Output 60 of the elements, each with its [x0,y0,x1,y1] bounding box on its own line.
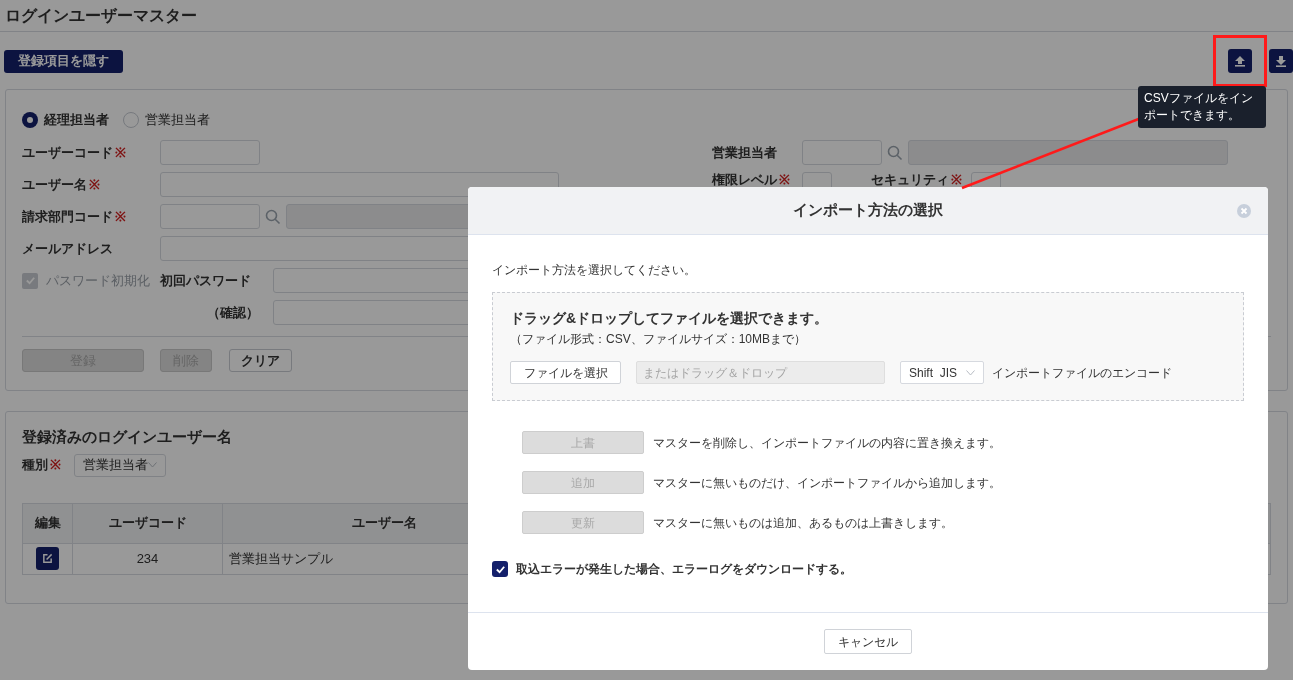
checkbox[interactable] [492,561,508,577]
chevron-down-icon [966,369,975,376]
encoding-label: インポートファイルのエンコード [992,364,1172,382]
check-icon [24,275,36,286]
instruction-text: インポート方法を選択してください。 [492,262,696,279]
mode-description: マスターに無いものは追加、あるものは上書きします。 [653,514,953,532]
mode-description: マスターを削除し、インポートファイルの内容に置き換えます。 [653,434,1001,452]
column-header: ユーザコード [72,503,223,543]
cancel-button[interactable]: キャンセル [824,629,912,654]
close-icon[interactable] [1237,204,1251,218]
field-label: 初回パスワード [160,271,251,290]
radio-label: 営業担当者 [145,111,210,130]
edit-icon [42,553,53,564]
field-label: 種別 [22,456,48,475]
file-format-note: （ファイル形式：CSV、ファイルサイズ：10MBまで） [510,331,807,348]
field-label: 権限レベル [712,172,777,187]
column-header: 編集 [22,503,73,543]
required-mark: ※ [951,172,962,187]
edit-button[interactable] [36,547,59,570]
input-field[interactable] [908,140,1228,165]
upload-button[interactable] [1228,49,1252,73]
radio-button[interactable] [22,112,38,128]
chevron-down-icon [148,462,157,468]
highlight-box [1213,35,1267,87]
field-label: セキュリティ [871,172,949,187]
input-field[interactable] [160,204,260,229]
mode-description: マスターに無いものだけ、インポートファイルから追加します。 [653,474,1001,492]
search-icon[interactable] [265,208,281,225]
radio-button[interactable] [123,112,139,128]
input-field[interactable] [160,140,260,165]
download-icon [1275,55,1287,67]
check-icon [494,563,506,575]
field-label: メールアドレス [22,239,113,258]
dialog-title: インポート方法の選択 [793,200,943,221]
input-field[interactable] [802,140,882,165]
required-mark: ※ [115,207,126,226]
page-header: ログインユーザーマスター [0,0,1293,32]
required-mark: ※ [89,175,100,194]
field-label: ユーザー名 [22,175,87,194]
required-mark: ※ [50,456,61,475]
hide-fields-button[interactable]: 登録項目を隠す [4,49,123,73]
download-button[interactable] [1269,49,1293,73]
choose-file-button[interactable]: ファイルを選択 [510,361,621,384]
search-icon[interactable] [887,144,903,161]
encoding-select[interactable]: Shift JIS [900,361,984,384]
field-label: 請求部門コード [22,207,113,226]
radio-label: 経理担当者 [44,111,109,130]
field-label: ユーザーコード [22,143,113,162]
field-label: 営業担当者 [712,143,777,162]
form-button[interactable]: クリア [229,349,292,372]
tooltip: CSVファイルをインポートできます。 [1138,86,1266,128]
input-field[interactable] [160,172,559,197]
section-title: 登録済みのログインユーザー名 [22,427,232,447]
field-label: （確認） [207,303,259,322]
drop-zone-title: ドラッグ&ドロップしてファイルを選択できます。 [510,309,829,328]
required-mark: ※ [779,172,790,187]
required-mark: ※ [115,143,126,162]
upload-icon [1234,55,1246,67]
type-select[interactable]: 営業担当者 [74,453,166,477]
table-cell: 234 [72,543,223,574]
